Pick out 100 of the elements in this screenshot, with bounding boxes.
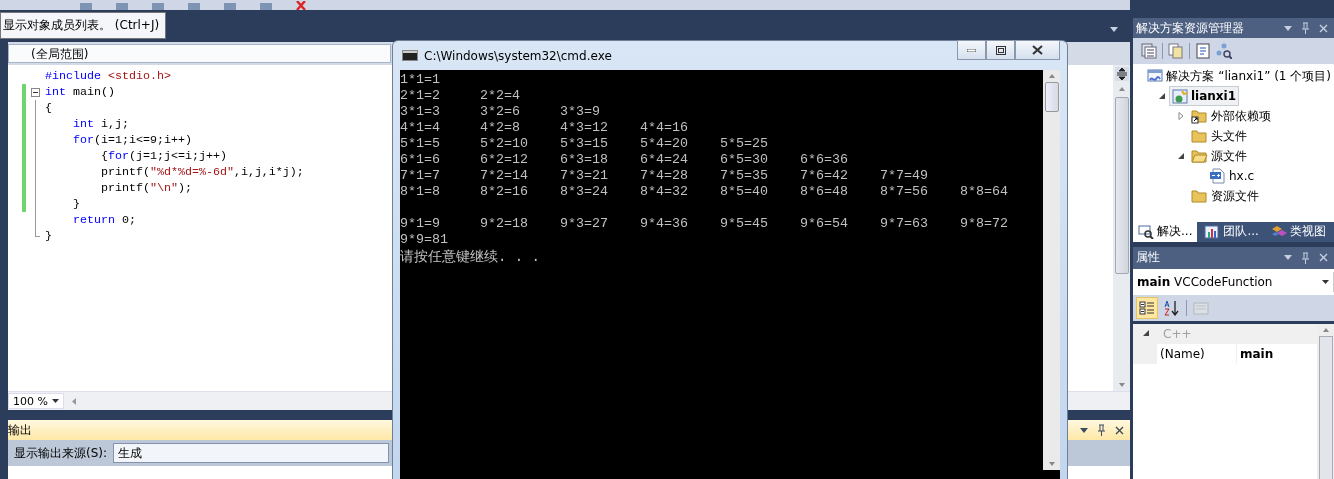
split-icon[interactable] — [1114, 67, 1129, 81]
folder-icon — [1191, 188, 1208, 204]
console-output: 9*3=27 — [560, 216, 609, 232]
scope-dropdown[interactable]: (全局范围) — [8, 44, 391, 63]
maximize-button[interactable] — [986, 40, 1015, 60]
tree-item[interactable]: lianxi1 — [1169, 86, 1240, 106]
console-output: 3*1=3 — [400, 104, 441, 120]
console-output: 8*1=8 — [400, 184, 441, 200]
chart-icon — [1204, 224, 1221, 239]
console-output: 8*8=64 — [960, 184, 1009, 200]
console-output: 6*5=30 — [720, 152, 769, 168]
class-view-icon — [1270, 224, 1287, 239]
collapse-arrow-icon[interactable] — [1177, 152, 1185, 160]
tooltip: 显示对象成员列表。 (Ctrl+J) — [0, 12, 167, 39]
console-output: 1*1=1 — [400, 72, 441, 88]
console-output: 8*6=48 — [800, 184, 849, 200]
code-line: printf("%d*%d=%-6d",i,j,i*j); — [99, 164, 304, 180]
tree-item[interactable]: 外部依赖项 — [1188, 105, 1274, 127]
tree-item[interactable]: 资源文件 — [1188, 185, 1262, 207]
collapse-icon[interactable] — [31, 87, 40, 97]
console-output: 8*4=32 — [640, 184, 689, 200]
code-line: {for(j=1;j<=i;j++) — [99, 148, 227, 164]
dropdown-icon[interactable] — [1284, 25, 1292, 31]
zoom-dropdown[interactable]: 100 % — [8, 393, 64, 409]
console-output: 5*5=25 — [720, 136, 769, 152]
tree-item[interactable]: 源文件 — [1188, 145, 1250, 167]
collapse-arrow-icon[interactable] — [1158, 92, 1166, 100]
console-output: 7*2=14 — [480, 168, 529, 184]
panel-tab[interactable]: 解决... — [1133, 221, 1198, 242]
console-output: 4*4=16 — [640, 120, 689, 136]
console-output: 6*4=24 — [640, 152, 689, 168]
tree-item[interactable]: 头文件 — [1188, 125, 1250, 147]
window-title: C:\Windows\system32\cmd.exe — [424, 48, 612, 63]
dropdown-icon[interactable] — [1080, 427, 1088, 433]
scrollbar[interactable] — [1317, 323, 1334, 479]
console-output: 4*3=12 — [560, 120, 609, 136]
class-diagram-icon[interactable] — [1216, 43, 1232, 59]
console-output: 4*1=4 — [400, 120, 441, 136]
panel-title: 解决方案资源管理器 — [1136, 19, 1244, 37]
console-output: 7*7=49 — [880, 168, 929, 184]
categorized-icon[interactable] — [1136, 296, 1158, 319]
console-output: 3*2=6 — [480, 104, 521, 120]
console-output: 6*6=36 — [800, 152, 849, 168]
dropdown-icon — [1322, 279, 1329, 284]
code-line: { — [45, 100, 52, 116]
scrollbar[interactable] — [1113, 65, 1130, 391]
scrollbar[interactable] — [1043, 70, 1060, 470]
console-output: 7*1=7 — [400, 168, 441, 184]
pin-icon[interactable] — [1097, 424, 1106, 436]
solution-search-icon — [1138, 224, 1154, 239]
scrollbar-thumb[interactable] — [1044, 82, 1059, 112]
console-output: 5*3=15 — [560, 136, 609, 152]
console-output: 9*6=54 — [800, 216, 849, 232]
code-line: #include <stdio.h> — [45, 68, 171, 84]
minimize-icon — [967, 48, 976, 52]
dropdown-icon[interactable] — [1110, 27, 1118, 32]
panel-tab[interactable]: 类视图 — [1265, 221, 1331, 242]
tree-item[interactable]: hx.c — [1207, 166, 1258, 186]
property-name: (Name) — [1157, 343, 1236, 364]
tree-item[interactable]: 解决方案 “lianxi1” (1 个项目) — [1144, 65, 1334, 87]
object-dropdown[interactable]: main VCCodeFunction — [1135, 271, 1334, 292]
collapse-arrow-icon[interactable] — [1143, 330, 1150, 337]
expand-arrow-icon[interactable] — [1177, 112, 1185, 120]
panel-tab[interactable]: 团队... — [1199, 221, 1264, 242]
console-output: 3*3=9 — [560, 104, 601, 120]
show-files-icon[interactable] — [1168, 43, 1184, 59]
source-dropdown[interactable]: 生成 — [113, 443, 390, 463]
console-output: 8*7=56 — [880, 184, 929, 200]
scroll-left-icon[interactable] — [72, 397, 76, 405]
code-view-icon[interactable] — [1195, 43, 1211, 59]
dropdown-icon[interactable] — [1284, 255, 1292, 260]
console-output: 5*4=20 — [640, 136, 689, 152]
console-output: 9*4=36 — [640, 216, 689, 232]
code-line: } — [45, 228, 52, 244]
dropdown-icon — [52, 399, 59, 403]
console-output: 7*5=35 — [720, 168, 769, 184]
code-line: int i,j; — [71, 116, 129, 132]
console-output: 9*7=63 — [880, 216, 929, 232]
console-output: 2*2=4 — [480, 88, 521, 104]
properties-icon[interactable] — [1141, 43, 1157, 59]
code-line: int main() — [45, 84, 115, 100]
close-icon[interactable] — [296, 1, 306, 10]
solution-icon — [1147, 68, 1164, 84]
code-line: printf("\n"); — [99, 180, 192, 196]
close-icon[interactable] — [1115, 425, 1124, 435]
maximize-icon — [995, 45, 1006, 55]
console-output: 7*3=21 — [560, 168, 609, 184]
console-output: 7*4=28 — [640, 168, 689, 184]
scrollbar-thumb[interactable] — [1114, 97, 1129, 274]
property-value[interactable]: main — [1237, 343, 1317, 364]
folder-icon — [1191, 108, 1208, 124]
code-line: return 0; — [71, 212, 136, 228]
close-button[interactable] — [1015, 40, 1060, 60]
console-output: 9*8=72 — [960, 216, 1009, 232]
folder-icon — [1191, 128, 1208, 144]
console-prompt: 请按任意键继续. . . — [400, 248, 541, 266]
close-icon — [1032, 45, 1043, 55]
open-folder-icon — [1191, 148, 1208, 164]
code-line: } — [71, 196, 80, 212]
console-output: 9*9=81 — [400, 232, 449, 248]
